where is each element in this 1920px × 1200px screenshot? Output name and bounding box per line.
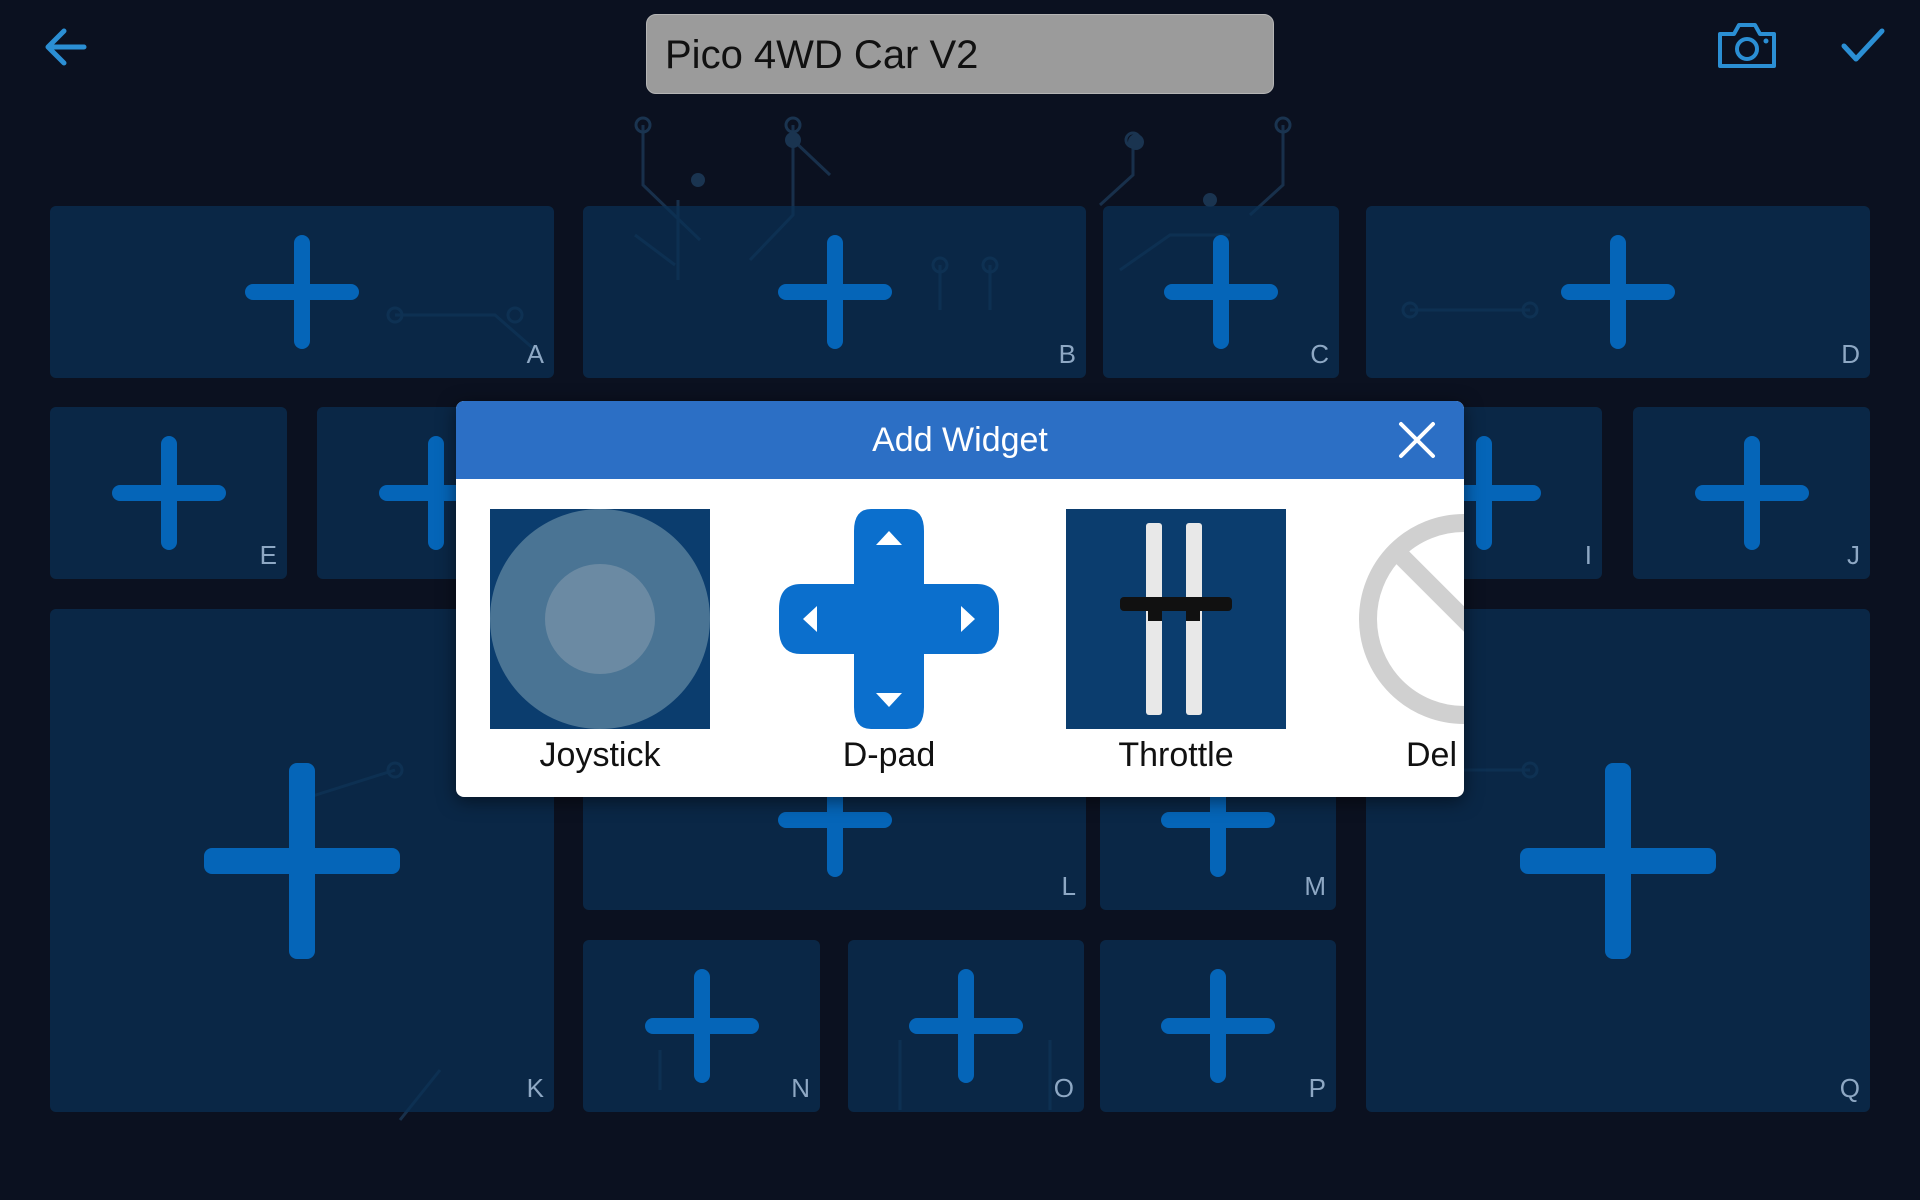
slot-b[interactable]: B	[583, 206, 1086, 378]
widget-label: Throttle	[1118, 736, 1234, 774]
slot-label: C	[1310, 339, 1329, 369]
no-entry-icon	[1359, 514, 1464, 724]
dialog-header: Add Widget	[456, 401, 1464, 479]
slot-c[interactable]: C	[1103, 206, 1339, 378]
widget-label: D-pad	[842, 736, 936, 774]
widget-throttle[interactable]: Throttle	[1066, 509, 1286, 776]
widget-label: Joystick	[539, 736, 661, 774]
slot-label: A	[526, 339, 544, 369]
slot-label: E	[259, 540, 277, 570]
dpad-icon	[779, 509, 999, 729]
slot-e[interactable]: E	[50, 407, 287, 579]
slot-label: Q	[1839, 1073, 1860, 1103]
camera-icon[interactable]	[1716, 20, 1778, 70]
slot-a[interactable]: A	[50, 206, 554, 378]
slot-d[interactable]: D	[1366, 206, 1870, 378]
slot-label: I	[1584, 540, 1592, 570]
slot-label: P	[1308, 1073, 1326, 1103]
slot-label: B	[1058, 339, 1076, 369]
back-arrow-icon[interactable]	[40, 24, 90, 70]
confirm-check-icon[interactable]	[1840, 26, 1886, 66]
slot-label: K	[526, 1073, 544, 1103]
slot-label: O	[1053, 1073, 1074, 1103]
slot-p[interactable]: P	[1100, 940, 1336, 1112]
joystick-icon	[490, 509, 710, 729]
slot-label: D	[1841, 339, 1860, 369]
widget-del[interactable]: Del	[1354, 509, 1464, 776]
close-icon[interactable]	[1396, 419, 1438, 461]
slot-label: N	[791, 1073, 810, 1103]
add-widget-dialog: Add Widget Joystick D-pad Throttle Del	[456, 401, 1464, 797]
slot-o[interactable]: O	[848, 940, 1084, 1112]
widget-dpad[interactable]: D-pad	[779, 509, 999, 776]
dialog-title: Add Widget	[872, 421, 1048, 459]
widget-joystick[interactable]: Joystick	[490, 509, 710, 776]
throttle-icon	[1066, 509, 1286, 729]
controller-name-input[interactable]: Pico 4WD Car V2	[646, 14, 1274, 94]
slot-label: M	[1304, 871, 1326, 901]
slot-j[interactable]: J	[1633, 407, 1870, 579]
widget-label: Del	[1406, 736, 1458, 774]
slot-label: L	[1061, 871, 1076, 901]
slot-label: J	[1847, 540, 1860, 570]
slot-n[interactable]: N	[583, 940, 820, 1112]
